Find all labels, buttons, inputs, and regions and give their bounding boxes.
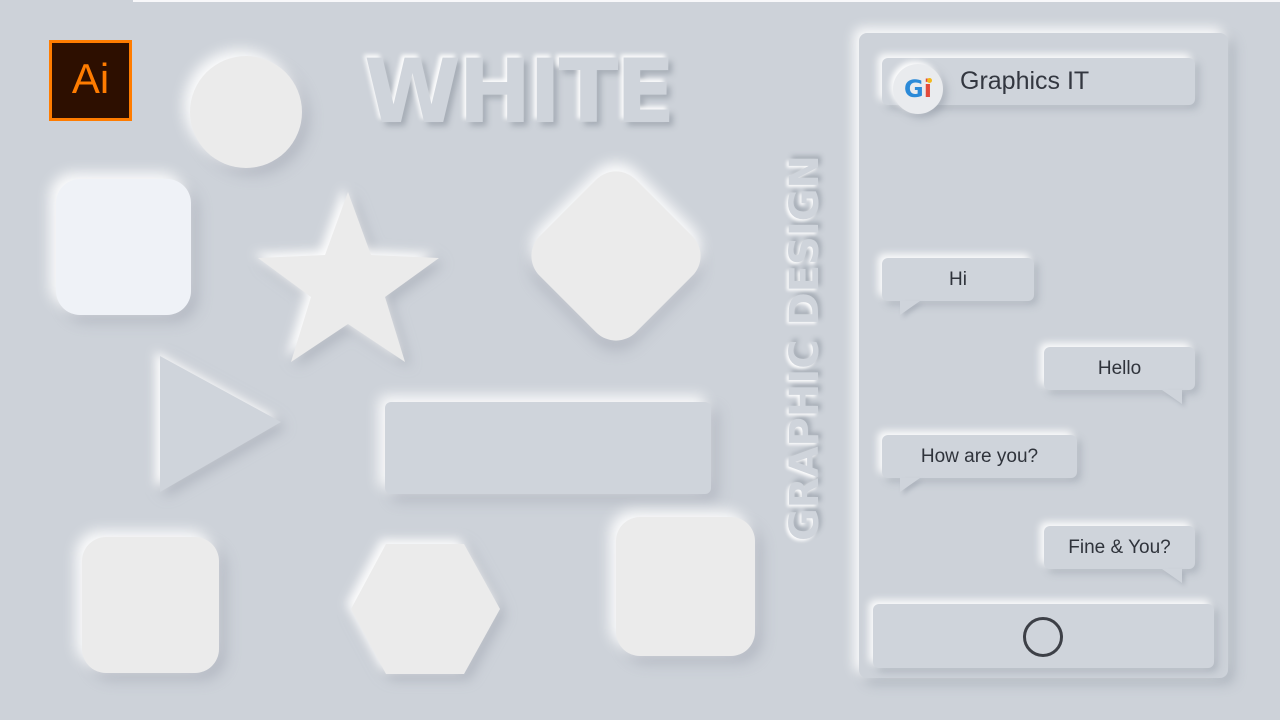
hexagon-shape	[351, 544, 500, 674]
rounded-square-shape-bright	[56, 179, 191, 315]
triangle-shape	[160, 356, 281, 492]
graphics-it-avatar[interactable]: Gi	[893, 64, 943, 114]
message-bubble-how-are-you[interactable]: How are you?	[882, 435, 1077, 478]
rounded-diamond-shape	[519, 159, 713, 353]
top-highlight-line	[133, 0, 1280, 2]
circle-shape	[190, 56, 302, 168]
white-title: WHITE	[364, 40, 676, 143]
message-bubble-fine-and-you[interactable]: Fine & You?	[1044, 526, 1195, 569]
flat-rectangle-shape	[385, 402, 711, 494]
chat-contact-name: Graphics IT	[960, 67, 1090, 95]
graphic-design-vertical-text: GRAPHIC DESIGN	[782, 154, 828, 542]
bubble-tail	[1162, 569, 1182, 583]
star-shape	[258, 192, 439, 362]
bubble-tail	[900, 478, 920, 492]
message-bubble-hello[interactable]: Hello	[1044, 347, 1195, 390]
rounded-square-shape-bottom-left	[82, 537, 219, 673]
message-bubble-hi[interactable]: Hi	[882, 258, 1034, 301]
message-text: How are you?	[920, 445, 1039, 467]
avatar-letter-g: G	[904, 75, 924, 103]
message-text: Hello	[1097, 357, 1142, 379]
message-text: Fine & You?	[1068, 536, 1171, 558]
avatar-letter-i: i	[923, 75, 932, 103]
artboard: Ai WHITE GRAPHIC DESIGN Gi Graphics IT H…	[0, 0, 1280, 720]
adobe-illustrator-icon: Ai	[49, 40, 132, 121]
home-circle-button[interactable]	[1023, 617, 1063, 657]
bubble-tail	[900, 301, 920, 315]
bubble-tail	[1162, 390, 1182, 404]
rounded-square-shape-bottom-right	[616, 517, 755, 656]
message-text: Hi	[949, 268, 967, 290]
ai-logo-text: Ai	[71, 55, 110, 102]
